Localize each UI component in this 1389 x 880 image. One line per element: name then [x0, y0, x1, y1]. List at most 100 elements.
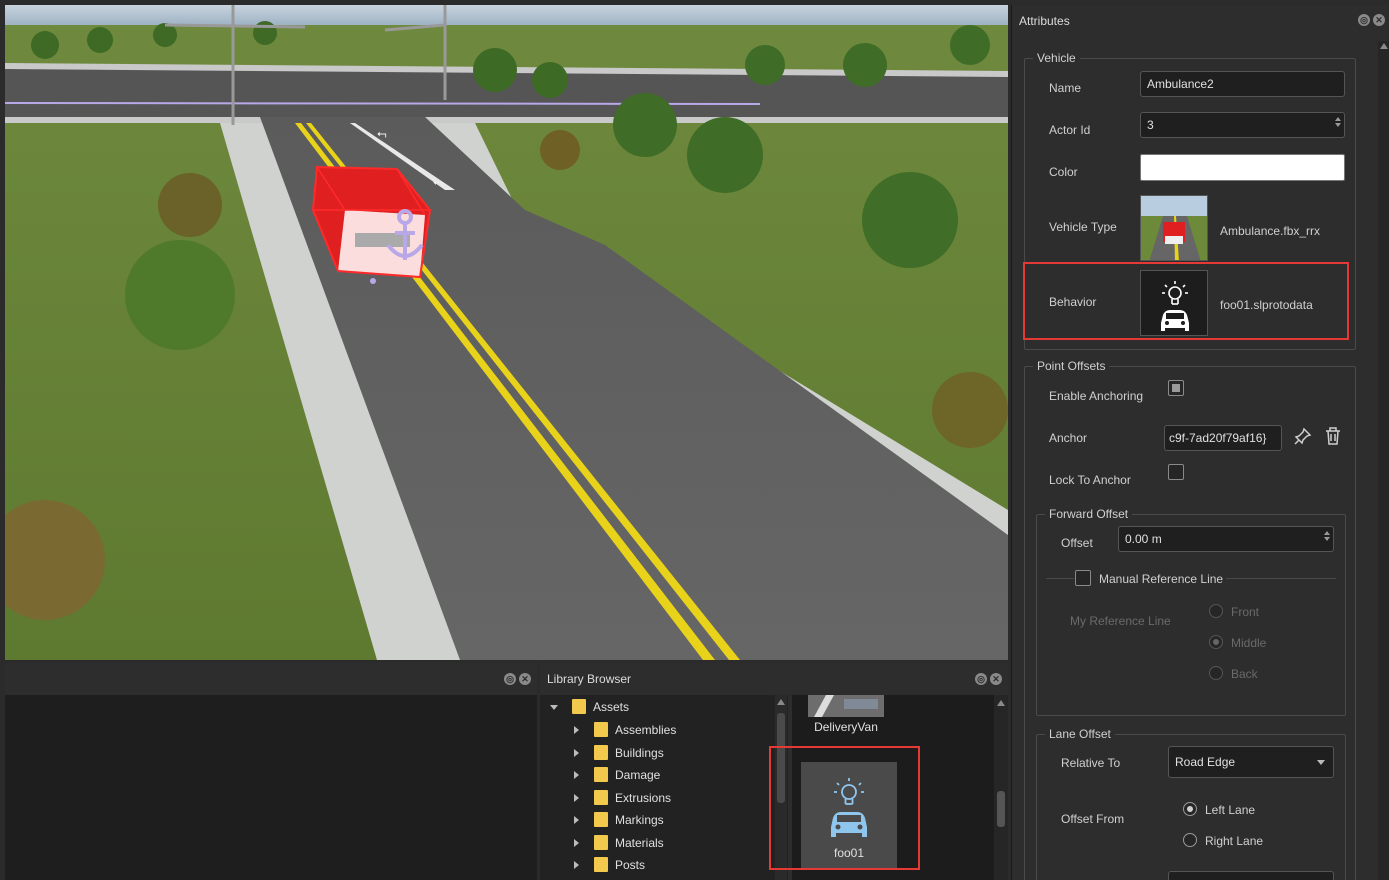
folder-icon	[594, 767, 608, 782]
left-lane-radio[interactable]	[1183, 802, 1197, 816]
forward-offset-spin-buttons[interactable]	[1323, 529, 1331, 543]
actor-id-spin-buttons[interactable]	[1334, 115, 1342, 129]
close-icon[interactable]: ✕	[519, 673, 531, 685]
point-offsets-legend: Point Offsets	[1033, 358, 1110, 374]
manual-reference-line-label: Manual Reference Line	[1099, 572, 1224, 586]
anchor-field[interactable]: c9f-7ad20f79af16}	[1164, 425, 1282, 451]
library-browser-panel: Library Browser ◎ ✕ Assets Assemblies Bu…	[540, 663, 1008, 880]
right-lane-radio[interactable]	[1183, 833, 1197, 847]
back-radio[interactable]	[1209, 666, 1223, 680]
asset-tree[interactable]: Assets Assemblies Buildings Damage Extru…	[540, 695, 788, 880]
forward-offset-value: 0.00 m	[1125, 532, 1162, 546]
color-label: Color	[1049, 165, 1078, 179]
float-icon[interactable]: ◎	[975, 673, 987, 685]
folder-icon	[594, 722, 608, 737]
folder-icon	[594, 857, 608, 872]
foo01-highlight-box	[769, 746, 920, 870]
name-label: Name	[1049, 81, 1082, 95]
relative-to-dropdown[interactable]: Road Edge	[1168, 746, 1334, 778]
actor-id-value: 3	[1147, 118, 1154, 132]
anchor-point-marker	[370, 278, 376, 284]
expand-arrow-icon[interactable]	[574, 839, 579, 847]
attributes-title: Attributes	[1019, 14, 1070, 28]
gallery-item-deliveryvan[interactable]: DeliveryVan	[804, 695, 888, 735]
gallery-scroll-thumb[interactable]	[997, 791, 1005, 827]
expand-arrow-icon[interactable]	[574, 749, 579, 757]
close-icon[interactable]: ✕	[1373, 14, 1385, 26]
expand-arrow-icon[interactable]	[574, 816, 579, 824]
lock-to-anchor-checkbox[interactable]	[1168, 464, 1184, 480]
anchor-label: Anchor	[1049, 431, 1088, 445]
expand-arrow-icon[interactable]	[574, 794, 579, 802]
trash-icon[interactable]	[1324, 426, 1342, 446]
scroll-up-icon[interactable]	[997, 700, 1005, 706]
folder-icon	[594, 835, 608, 850]
turn-arrow-marking: ⮢	[433, 175, 443, 190]
float-icon[interactable]: ◎	[504, 673, 516, 685]
sky	[5, 5, 1008, 25]
close-icon[interactable]: ✕	[990, 673, 1002, 685]
tree-item-label: Buildings	[615, 746, 664, 760]
expand-arrow-icon[interactable]	[574, 726, 579, 734]
vehicle-type-value: Ambulance.fbx_rrx	[1220, 224, 1321, 238]
actor-id-spinbox[interactable]: 3	[1140, 112, 1345, 138]
library-title: Library Browser	[547, 672, 632, 686]
folder-icon	[572, 699, 586, 714]
tree-item-label: Damage	[615, 768, 661, 782]
vehicle-legend: Vehicle	[1033, 50, 1080, 66]
enable-anchoring-label: Enable Anchoring	[1049, 389, 1144, 403]
middle-radio[interactable]	[1209, 635, 1223, 649]
tree-item-label: Posts	[615, 858, 646, 872]
gallery-scrollbar[interactable]	[994, 695, 1008, 880]
pin-icon[interactable]	[1293, 426, 1313, 446]
asset-gallery[interactable]: DeliveryVan foo01	[769, 695, 1008, 880]
attributes-panel: Attributes ◎ ✕ Vehicle Name Ambulance2 A…	[1011, 5, 1389, 880]
ambulance-thumbnail-icon	[1141, 196, 1207, 260]
color-swatch[interactable]	[1140, 154, 1345, 181]
offset-from-label: Offset From	[1061, 812, 1125, 826]
right-lane-radio-label: Right Lane	[1205, 834, 1264, 848]
float-icon[interactable]: ◎	[1358, 14, 1370, 26]
enable-anchoring-checkbox[interactable]	[1168, 380, 1184, 396]
tree-item-label: Markings	[615, 813, 664, 827]
front-radio-label: Front	[1231, 605, 1260, 619]
forward-offset-spinbox[interactable]: 0.00 m	[1118, 526, 1334, 552]
attributes-title-bar: Attributes ◎ ✕	[1012, 5, 1389, 37]
folder-icon	[594, 812, 608, 827]
vehicle-type-thumbnail[interactable]	[1140, 195, 1208, 261]
back-radio-label: Back	[1231, 667, 1258, 681]
manual-reference-line-checkbox[interactable]	[1075, 570, 1091, 586]
lane-offset-legend: Lane Offset	[1045, 726, 1115, 742]
folder-icon	[594, 745, 608, 760]
cross-road-curb-near	[5, 117, 1008, 123]
lock-to-anchor-label: Lock To Anchor	[1049, 473, 1131, 487]
scroll-up-icon[interactable]	[1380, 43, 1388, 49]
vehicle-type-label: Vehicle Type	[1049, 220, 1117, 234]
relative-to-value: Road Edge	[1175, 755, 1236, 769]
scene-viewport[interactable]: ⮢ ⮢	[5, 5, 1008, 660]
tree-item-label: Assets	[593, 700, 630, 714]
my-reference-line-label: My Reference Line	[1070, 614, 1171, 628]
chevron-down-icon	[1317, 760, 1325, 765]
bottom-left-panel: ◎ ✕	[5, 663, 537, 880]
turn-arrow-marking: ⮢	[377, 126, 387, 140]
expand-arrow-icon[interactable]	[550, 705, 558, 710]
attributes-scrollbar[interactable]	[1378, 41, 1389, 880]
manual-ref-line-divider-right	[1226, 578, 1336, 579]
relative-to-label: Relative To	[1061, 756, 1121, 770]
middle-radio-label: Middle	[1231, 636, 1267, 650]
front-radio[interactable]	[1209, 604, 1223, 618]
tree-item-label: Assemblies	[615, 723, 677, 737]
expand-arrow-icon[interactable]	[574, 771, 579, 779]
scene-canvas[interactable]: ⮢ ⮢	[5, 5, 1008, 660]
bottom-left-title-bar: ◎ ✕	[5, 663, 537, 695]
lane-index-spinbox[interactable]	[1168, 871, 1334, 880]
gallery-item-label: DeliveryVan	[814, 720, 878, 734]
name-field[interactable]: Ambulance2	[1140, 71, 1345, 97]
expand-arrow-icon[interactable]	[574, 861, 579, 869]
forward-offset-legend: Forward Offset	[1045, 506, 1133, 522]
scroll-up-icon[interactable]	[777, 699, 785, 705]
actor-id-label: Actor Id	[1049, 123, 1091, 137]
tree-item-label: Materials	[615, 836, 664, 850]
manual-ref-line-divider-left	[1046, 578, 1074, 579]
